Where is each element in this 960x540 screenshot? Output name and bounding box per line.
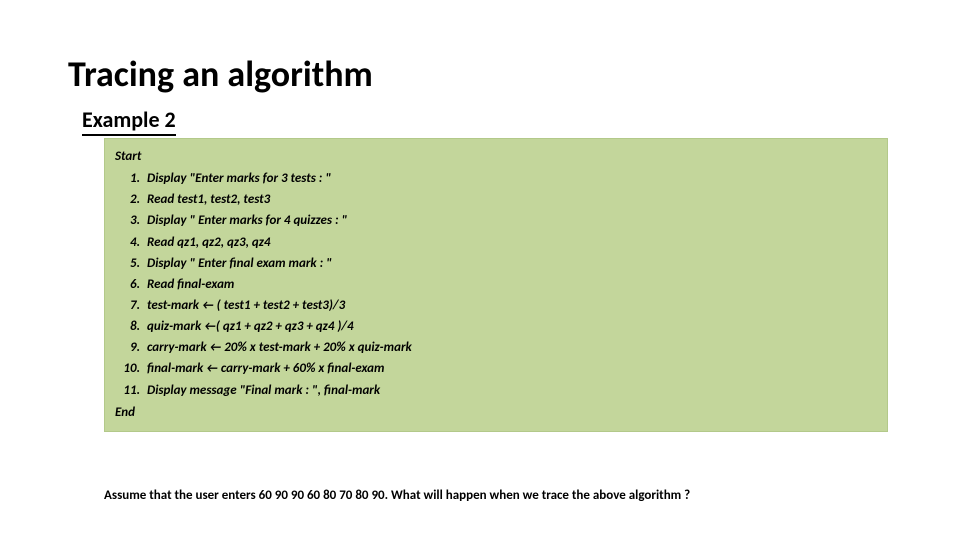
algorithm-step: Read qz1, qz2, qz3, qz4	[143, 233, 877, 253]
algorithm-step: carry-mark ← 20% x test-mark + 20% x qui…	[143, 338, 877, 358]
algorithm-end: End	[115, 403, 877, 423]
algorithm-step: Read final-exam	[143, 275, 877, 295]
algorithm-step: Display "Enter marks for 3 tests : "	[143, 169, 877, 189]
algorithm-step: test-mark ← ( test1 + test2 + test3)/3	[143, 296, 877, 316]
algorithm-step: quiz-mark ←( qz1 + qz2 + qz3 + qz4 )/4	[143, 317, 877, 337]
algorithm-step: Display " Enter marks for 4 quizzes : "	[143, 211, 877, 231]
algorithm-box: Start Display "Enter marks for 3 tests :…	[104, 138, 888, 432]
example-label: Example 2	[82, 106, 176, 136]
algorithm-steps: Display "Enter marks for 3 tests : " Rea…	[143, 169, 877, 401]
algorithm-start: Start	[115, 147, 877, 167]
algorithm-step: Display " Enter final exam mark : "	[143, 254, 877, 274]
algorithm-step: Display message "Final mark : ", final-m…	[143, 381, 877, 401]
algorithm-step: Read test1, test2, test3	[143, 190, 877, 210]
algorithm-step: final-mark ← carry-mark + 60% x final-ex…	[143, 359, 877, 379]
page-title: Tracing an algorithm	[68, 52, 373, 96]
question-text: Assume that the user enters 60 90 90 60 …	[104, 488, 888, 503]
